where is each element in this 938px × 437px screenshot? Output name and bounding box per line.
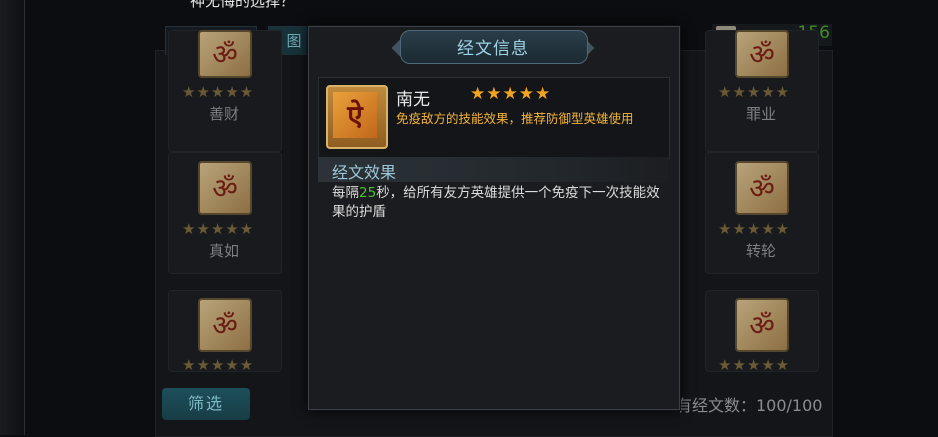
scripture-glyph-icon: ॐ — [735, 161, 789, 215]
effect-description: 每隔25秒，给所有友方英雄提供一个免疫下一次技能效果的护盾 — [332, 184, 662, 222]
card-stars: ★★★★★ — [182, 83, 255, 101]
scripture-name: 南无 — [396, 90, 430, 110]
scripture-description: 免疫敌方的技能效果，推荐防御型英雄使用 — [396, 111, 634, 126]
dialog-title: 经文信息 — [457, 39, 529, 59]
card-name: 转轮 — [745, 242, 776, 260]
scripture-count: 有经文数：100/100 — [676, 396, 823, 415]
card-name: 真如 — [208, 242, 239, 260]
filter-button[interactable]: 筛选 — [162, 388, 250, 420]
card-name: 罪业 — [745, 105, 776, 123]
scripture-glyph-icon: ॐ — [735, 30, 789, 78]
scripture-glyph-icon: ॐ — [198, 298, 252, 352]
card-stars: ★★★★★ — [182, 220, 255, 238]
left-edge-frame — [0, 0, 25, 435]
effect-interval-value: 25 — [359, 185, 377, 201]
top-caption: 神无悔的选择？ — [190, 0, 296, 10]
card-stars: ★★★★★ — [182, 356, 255, 374]
scripture-glyph-icon: ॐ — [198, 161, 252, 215]
effect-prefix: 每隔 — [332, 185, 359, 201]
effect-suffix: 秒，给所有友方英雄提供一个免疫下一次技能效果的护盾 — [332, 185, 660, 220]
card-stars: ★★★★★ — [718, 220, 791, 238]
scripture-glyph-icon: ॐ — [735, 298, 789, 352]
scripture-glyph-icon: ऐ — [333, 92, 377, 138]
scripture-glyph-icon: ॐ — [198, 30, 252, 78]
star-rating: ★★★★★ — [470, 84, 552, 104]
card-stars: ★★★★★ — [718, 83, 791, 101]
section-title: 经文效果 — [332, 163, 397, 182]
card-name: 善财 — [208, 105, 239, 123]
card-stars: ★★★★★ — [718, 356, 791, 374]
